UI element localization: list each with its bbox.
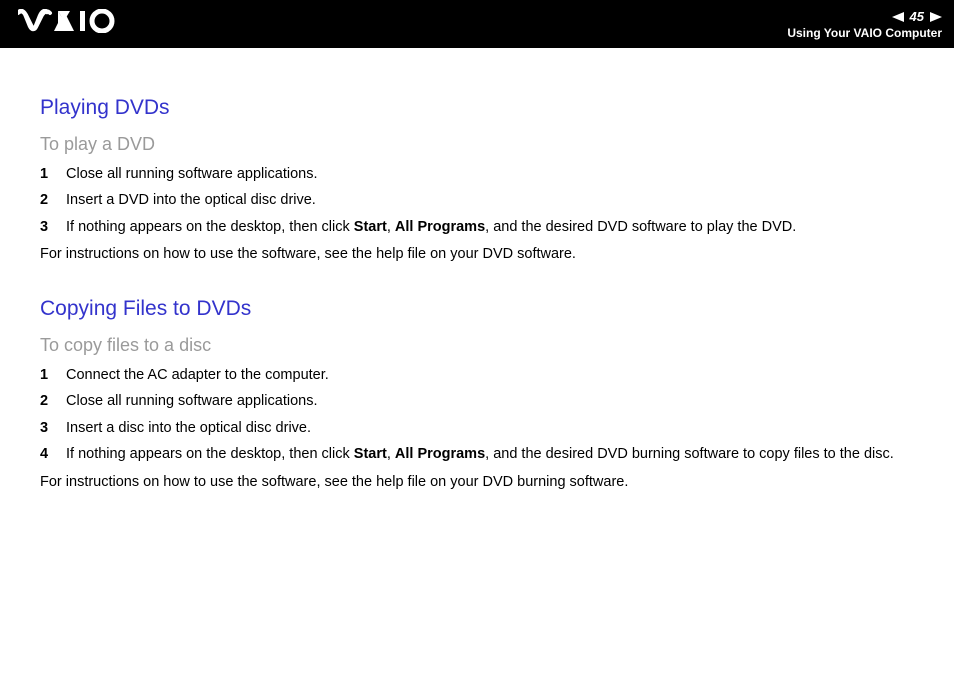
step-text-fragment: If nothing appears on the desktop, then … xyxy=(66,219,354,235)
vaio-logo xyxy=(18,0,128,42)
step-text-fragment: , xyxy=(387,446,395,462)
step-text: Insert a DVD into the optical disc drive… xyxy=(66,191,914,211)
section-playing-dvds: Playing DVDs To play a DVD 1 Close all r… xyxy=(40,94,914,265)
step-item: 1 Close all running software application… xyxy=(40,165,914,185)
section-note: For instructions on how to use the softw… xyxy=(40,473,914,493)
section-title: Copying Files to DVDs xyxy=(40,295,914,323)
step-text: Connect the AC adapter to the computer. xyxy=(66,366,914,386)
step-item: 2 Insert a DVD into the optical disc dri… xyxy=(40,191,914,211)
page-header: 45 Using Your VAIO Computer xyxy=(0,0,954,48)
page-content: Playing DVDs To play a DVD 1 Close all r… xyxy=(0,48,954,492)
step-item: 2 Close all running software application… xyxy=(40,392,914,412)
step-text-fragment: , and the desired DVD burning software t… xyxy=(485,446,894,462)
step-text: If nothing appears on the desktop, then … xyxy=(66,218,914,238)
step-item: 3 If nothing appears on the desktop, the… xyxy=(40,218,914,238)
step-item: 1 Connect the AC adapter to the computer… xyxy=(40,366,914,386)
section-subtitle: To copy files to a disc xyxy=(40,333,914,357)
section-subtitle: To play a DVD xyxy=(40,132,914,156)
page-nav: 45 xyxy=(892,9,942,24)
step-bold: Start xyxy=(354,219,387,235)
step-list: 1 Close all running software application… xyxy=(40,165,914,238)
step-text-fragment: , xyxy=(387,219,395,235)
page-number: 45 xyxy=(910,9,924,24)
step-number: 3 xyxy=(40,218,66,238)
step-list: 1 Connect the AC adapter to the computer… xyxy=(40,366,914,465)
section-title: Playing DVDs xyxy=(40,94,914,122)
header-subtitle: Using Your VAIO Computer xyxy=(787,26,942,40)
step-number: 3 xyxy=(40,419,66,439)
step-number: 1 xyxy=(40,366,66,386)
step-item: 3 Insert a disc into the optical disc dr… xyxy=(40,419,914,439)
prev-page-arrow-icon[interactable] xyxy=(892,12,904,22)
section-note: For instructions on how to use the softw… xyxy=(40,245,914,265)
step-number: 1 xyxy=(40,165,66,185)
step-text: Close all running software applications. xyxy=(66,165,914,185)
step-text: Close all running software applications. xyxy=(66,392,914,412)
step-text: Insert a disc into the optical disc driv… xyxy=(66,419,914,439)
step-number: 2 xyxy=(40,191,66,211)
step-bold: All Programs xyxy=(395,446,485,462)
step-bold: All Programs xyxy=(395,219,485,235)
step-text-fragment: If nothing appears on the desktop, then … xyxy=(66,446,354,462)
step-bold: Start xyxy=(354,446,387,462)
header-right: 45 Using Your VAIO Computer xyxy=(787,9,942,42)
section-copying-dvds: Copying Files to DVDs To copy files to a… xyxy=(40,295,914,492)
step-number: 2 xyxy=(40,392,66,412)
step-item: 4 If nothing appears on the desktop, the… xyxy=(40,445,914,465)
step-text-fragment: , and the desired DVD software to play t… xyxy=(485,219,796,235)
step-text: If nothing appears on the desktop, then … xyxy=(66,445,914,465)
step-number: 4 xyxy=(40,445,66,465)
next-page-arrow-icon[interactable] xyxy=(930,12,942,22)
